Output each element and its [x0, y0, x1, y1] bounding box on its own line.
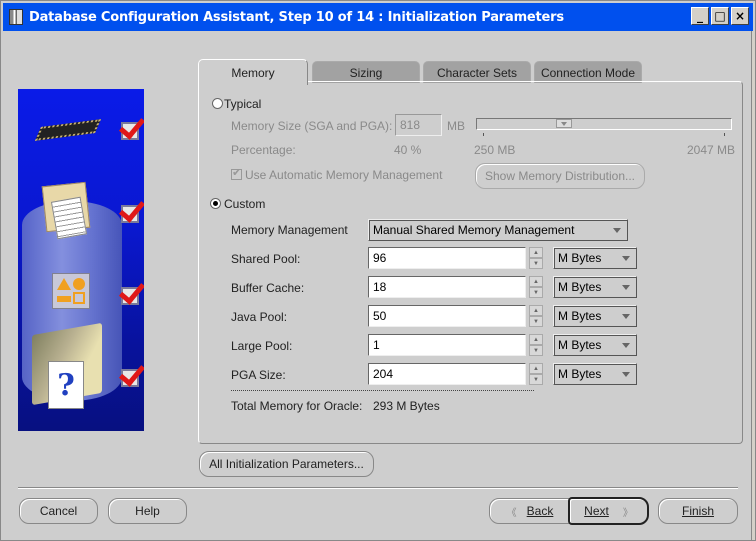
- app-icon: [9, 9, 23, 25]
- chevron-down-icon: [622, 285, 630, 290]
- java-pool-spinner[interactable]: ▲ ▼: [529, 305, 543, 327]
- chevron-down-icon: [622, 256, 630, 261]
- shared-pool-spinner[interactable]: ▲ ▼: [529, 247, 543, 269]
- slider-max-label: 2047 MB: [687, 143, 736, 157]
- spin-up-icon[interactable]: ▲: [529, 247, 543, 258]
- total-memory-label: Total Memory for Oracle:: [231, 399, 363, 413]
- typical-label: Typical: [224, 97, 262, 111]
- back-arrow-icon: 《: [506, 507, 517, 519]
- large-pool-unit-select[interactable]: M Bytes: [553, 334, 637, 356]
- shapes-icon: [52, 273, 90, 309]
- memory-slider-thumb[interactable]: [555, 119, 572, 128]
- spin-up-icon[interactable]: ▲: [529, 363, 543, 374]
- step-check-icon: [118, 277, 144, 305]
- total-divider: [231, 390, 534, 391]
- show-memory-distribution-button[interactable]: Show Memory Distribution...: [475, 163, 645, 189]
- dbca-window: Database Configuration Assistant, Step 1…: [0, 0, 756, 541]
- percentage-label: Percentage:: [231, 143, 296, 157]
- window-title: Database Configuration Assistant, Step 1…: [29, 9, 564, 25]
- finish-label: Finish: [681, 504, 714, 518]
- maximize-button[interactable]: □: [711, 7, 729, 25]
- next-button[interactable]: Next 》: [568, 497, 649, 525]
- java-pool-input[interactable]: 50: [368, 305, 526, 327]
- shared-pool-input[interactable]: 96: [368, 247, 526, 269]
- back-label: Back: [526, 504, 554, 518]
- memory-size-input[interactable]: 818: [395, 114, 442, 136]
- auto-memory-checkbox[interactable]: [231, 166, 242, 180]
- unit-value: M Bytes: [558, 280, 602, 294]
- pga-size-label: PGA Size:: [231, 368, 286, 382]
- tab-connection-mode[interactable]: Connection Mode: [534, 61, 642, 83]
- total-memory-value: 293 M Bytes: [373, 399, 440, 413]
- large-pool-input[interactable]: 1: [368, 334, 526, 356]
- unit-value: M Bytes: [558, 338, 602, 352]
- chevron-down-icon: [622, 314, 630, 319]
- shared-pool-label: Shared Pool:: [231, 252, 301, 266]
- all-initialization-parameters-button[interactable]: All Initialization Parameters...: [199, 451, 374, 477]
- chevron-down-icon: [613, 228, 621, 233]
- spin-down-icon[interactable]: ▼: [529, 374, 543, 385]
- spin-down-icon[interactable]: ▼: [529, 316, 543, 327]
- spin-down-icon[interactable]: ▼: [529, 345, 543, 356]
- memory-management-value: Manual Shared Memory Management: [373, 223, 575, 237]
- auto-memory-label: Use Automatic Memory Management: [245, 168, 443, 182]
- tab-sizing[interactable]: Sizing: [312, 61, 420, 83]
- finish-button[interactable]: Finish: [658, 498, 738, 524]
- large-pool-spinner[interactable]: ▲ ▼: [529, 334, 543, 356]
- shared-pool-unit-select[interactable]: M Bytes: [553, 247, 637, 269]
- step-check-icon: [118, 112, 144, 140]
- chevron-down-icon: [622, 343, 630, 348]
- memory-size-label: Memory Size (SGA and PGA):: [231, 119, 393, 133]
- unit-value: M Bytes: [558, 251, 602, 265]
- help-document-icon: ?: [48, 361, 84, 409]
- java-pool-label: Java Pool:: [231, 310, 288, 324]
- spin-up-icon[interactable]: ▲: [529, 276, 543, 287]
- help-button[interactable]: Help: [108, 498, 187, 524]
- memory-slider-track[interactable]: [476, 118, 732, 130]
- memory-management-select[interactable]: Manual Shared Memory Management: [368, 219, 628, 241]
- tab-character-sets[interactable]: Character Sets: [423, 61, 531, 83]
- title-bar: Database Configuration Assistant, Step 1…: [3, 3, 753, 31]
- large-pool-label: Large Pool:: [231, 339, 293, 353]
- slider-min-label: 250 MB: [474, 143, 516, 157]
- wizard-illustration: ?: [18, 89, 144, 431]
- buffer-cache-input[interactable]: 18: [368, 276, 526, 298]
- step-check-icon: [118, 195, 144, 223]
- typical-radio[interactable]: [212, 98, 223, 109]
- slider-tick: [483, 133, 484, 136]
- minimize-button[interactable]: _: [691, 7, 709, 25]
- window-edge: [751, 31, 755, 540]
- java-pool-unit-select[interactable]: M Bytes: [553, 305, 637, 327]
- memory-size-unit: MB: [447, 119, 465, 133]
- pga-size-input[interactable]: 204: [368, 363, 526, 385]
- spin-up-icon[interactable]: ▲: [529, 305, 543, 316]
- cancel-button[interactable]: Cancel: [19, 498, 98, 524]
- spin-down-icon[interactable]: ▼: [529, 287, 543, 298]
- pga-size-spinner[interactable]: ▲ ▼: [529, 363, 543, 385]
- buffer-cache-spinner[interactable]: ▲ ▼: [529, 276, 543, 298]
- percentage-value: 40 %: [394, 143, 422, 157]
- slider-tick: [724, 133, 725, 136]
- step-check-icon: [118, 359, 144, 387]
- next-arrow-icon: 》: [622, 507, 633, 519]
- memory-management-label: Memory Management: [231, 223, 348, 237]
- next-label: Next: [584, 504, 609, 518]
- memory-chip-icon: [34, 119, 102, 141]
- custom-label: Custom: [224, 197, 266, 211]
- document-icon: [50, 196, 88, 240]
- custom-radio[interactable]: [210, 198, 221, 209]
- unit-value: M Bytes: [558, 367, 602, 381]
- tab-memory[interactable]: Memory: [198, 59, 308, 85]
- footer-separator: [18, 487, 738, 489]
- close-button[interactable]: ×: [731, 7, 749, 25]
- back-button[interactable]: 《 Back: [489, 498, 571, 524]
- chevron-down-icon: [622, 372, 630, 377]
- buffer-cache-unit-select[interactable]: M Bytes: [553, 276, 637, 298]
- unit-value: M Bytes: [558, 309, 602, 323]
- spin-up-icon[interactable]: ▲: [529, 334, 543, 345]
- buffer-cache-label: Buffer Cache:: [231, 281, 305, 295]
- pga-size-unit-select[interactable]: M Bytes: [553, 363, 637, 385]
- spin-down-icon[interactable]: ▼: [529, 258, 543, 269]
